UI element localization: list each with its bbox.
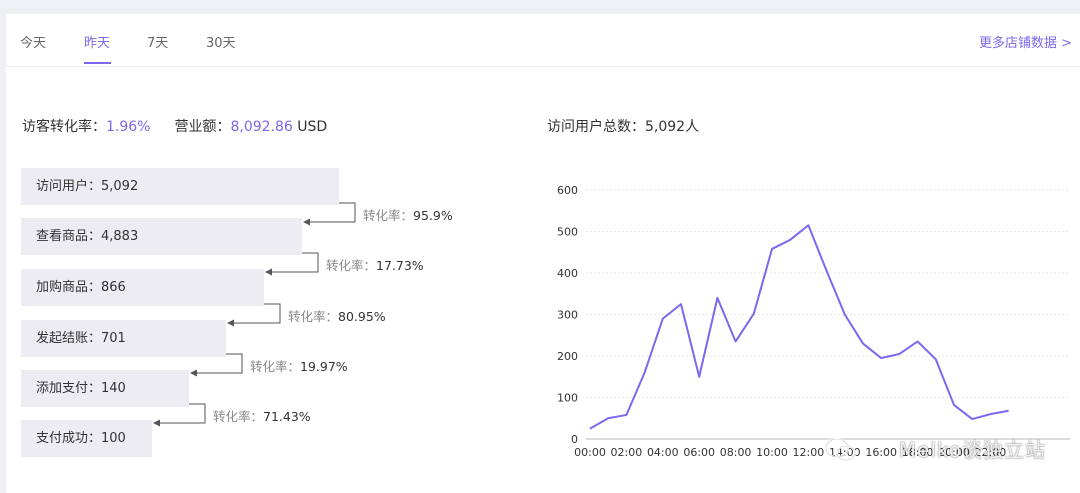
total-visitors-title: 访问用户总数：5,092人 [547,119,700,135]
connector-arrow [227,303,281,327]
x-tick-label: 08:00 [720,446,752,459]
x-tick-label: 02:00 [611,446,643,459]
y-tick-label: 500 [557,226,578,239]
y-tick-label: 600 [557,184,578,197]
watermark: Melko谈独立站 [898,438,1046,462]
visitors-line-chart: 0 100 200 300 400 500 600 00:00 02:00 04:00 06:00 0… [557,184,1070,459]
y-tick-label: 200 [557,350,578,363]
more-store-data-link[interactable]: 更多店铺数据 > [979,32,1072,51]
funnel-connectors [153,202,356,427]
x-tick-label: 00:00 [574,446,606,459]
connector-arrow [153,403,206,427]
x-tick-label: 04:00 [647,446,679,459]
connector-arrow [190,353,243,377]
store-overview-card: 今天 昨天 7天 30天 更多店铺数据 > 访客转化率：1.96% 营业额：8,0… [6,14,1080,493]
connector-arrow [265,252,319,276]
y-tick-label: 400 [557,267,578,280]
x-tick-label: 06:00 [683,446,715,459]
y-tick-label: 0 [571,433,578,446]
x-tick-label: 10:00 [756,446,788,459]
y-tick-label: 100 [557,392,578,405]
x-tick-label: 16:00 [865,446,897,459]
connector-arrow [303,202,356,226]
x-tick-label: 12:00 [793,446,825,459]
y-tick-label: 300 [557,309,578,322]
series-line [589,224,1009,430]
wechat-icon [825,438,856,461]
